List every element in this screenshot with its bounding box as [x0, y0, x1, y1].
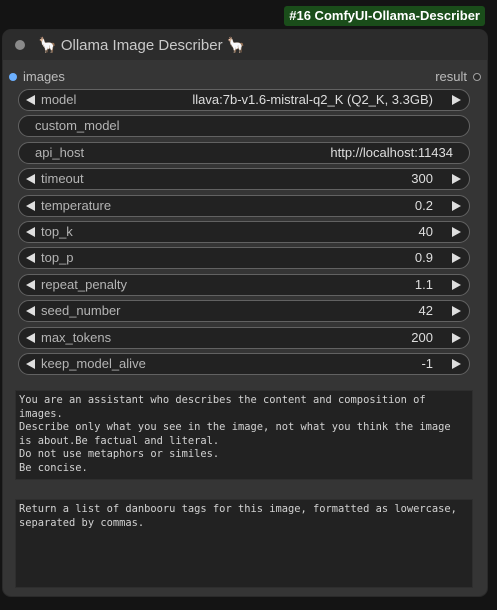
- widget-temperature[interactable]: temperature 0.2: [18, 195, 470, 217]
- prompt-textarea[interactable]: Return a list of danbooru tags for this …: [15, 499, 473, 588]
- widget-label: keep_model_alive: [41, 356, 146, 371]
- widget-top-k[interactable]: top_k 40: [18, 221, 470, 243]
- increment-arrow-icon[interactable]: [452, 333, 461, 343]
- input-slot-label: images: [23, 69, 65, 84]
- decrement-arrow-icon[interactable]: [26, 306, 35, 316]
- input-connector-icon[interactable]: [9, 72, 17, 81]
- widget-label: seed_number: [41, 303, 121, 318]
- collapse-dot-icon[interactable]: [15, 40, 25, 50]
- increment-arrow-icon[interactable]: [452, 359, 461, 369]
- widget-value: 1.1: [414, 277, 433, 292]
- decrement-arrow-icon[interactable]: [26, 95, 35, 105]
- widget-custom-model[interactable]: custom_model: [18, 115, 470, 137]
- decrement-arrow-icon[interactable]: [26, 227, 35, 237]
- increment-arrow-icon[interactable]: [452, 280, 461, 290]
- graph-canvas[interactable]: #16 ComfyUI-Ollama-Describer 🦙 Ollama Im…: [0, 0, 497, 610]
- increment-arrow-icon[interactable]: [452, 95, 461, 105]
- decrement-arrow-icon[interactable]: [26, 253, 35, 263]
- ollama-image-describer-node[interactable]: 🦙 Ollama Image Describer 🦙 images result…: [3, 30, 487, 596]
- system-prompt-textarea[interactable]: You are an assistant who describes the c…: [15, 390, 473, 480]
- input-slot-images[interactable]: images: [9, 69, 65, 85]
- decrement-arrow-icon[interactable]: [26, 280, 35, 290]
- widget-value: 0.9: [414, 250, 433, 265]
- widget-label: temperature: [41, 198, 112, 213]
- increment-arrow-icon[interactable]: [452, 201, 461, 211]
- widget-top-p[interactable]: top_p 0.9: [18, 247, 470, 269]
- widget-model[interactable]: model llava:7b-v1.6-mistral-q2_K (Q2_K, …: [18, 89, 470, 111]
- output-slot-result[interactable]: result: [435, 69, 481, 85]
- widget-keep-model-alive[interactable]: keep_model_alive -1: [18, 353, 470, 375]
- widget-value: http://localhost:11434: [330, 145, 453, 160]
- node-id-badge: #16 ComfyUI-Ollama-Describer: [284, 6, 485, 26]
- widget-value: 300: [411, 171, 433, 186]
- increment-arrow-icon[interactable]: [452, 253, 461, 263]
- widget-label: max_tokens: [41, 330, 112, 345]
- decrement-arrow-icon[interactable]: [26, 174, 35, 184]
- increment-arrow-icon[interactable]: [452, 227, 461, 237]
- widget-value: 200: [411, 330, 433, 345]
- output-connector-icon[interactable]: [473, 72, 481, 81]
- widget-max-tokens[interactable]: max_tokens 200: [18, 327, 470, 349]
- widget-value: 42: [418, 303, 433, 318]
- node-title: 🦙 Ollama Image Describer 🦙: [38, 37, 246, 54]
- node-title-bar[interactable]: 🦙 Ollama Image Describer 🦙: [3, 30, 487, 60]
- widget-label: model: [41, 92, 77, 107]
- decrement-arrow-icon[interactable]: [26, 359, 35, 369]
- increment-arrow-icon[interactable]: [452, 174, 461, 184]
- decrement-arrow-icon[interactable]: [26, 201, 35, 211]
- widget-value: 0.2: [414, 198, 433, 213]
- output-slot-label: result: [435, 69, 467, 84]
- widget-label: api_host: [35, 145, 85, 160]
- widget-seed-number[interactable]: seed_number 42: [18, 300, 470, 322]
- increment-arrow-icon[interactable]: [452, 306, 461, 316]
- widget-label: repeat_penalty: [41, 277, 128, 292]
- widget-api-host[interactable]: api_host http://localhost:11434: [18, 142, 470, 164]
- widget-repeat-penalty[interactable]: repeat_penalty 1.1: [18, 274, 470, 296]
- widget-value: 40: [418, 224, 433, 239]
- widget-label: top_k: [41, 224, 73, 239]
- decrement-arrow-icon[interactable]: [26, 333, 35, 343]
- widget-timeout[interactable]: timeout 300: [18, 168, 470, 190]
- widget-value: -1: [421, 356, 433, 371]
- widget-label: timeout: [41, 171, 84, 186]
- widget-label: top_p: [41, 250, 74, 265]
- widget-value: llava:7b-v1.6-mistral-q2_K (Q2_K, 3.3GB): [192, 92, 433, 107]
- widget-label: custom_model: [35, 118, 120, 133]
